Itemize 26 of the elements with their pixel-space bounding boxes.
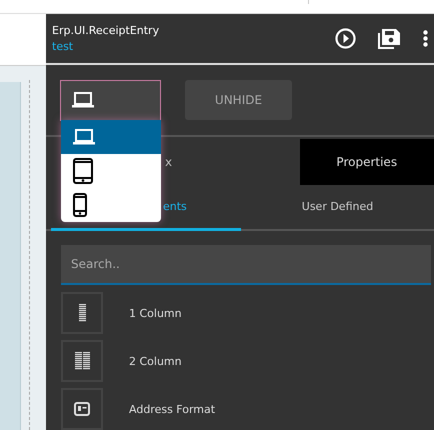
tablet-icon: [73, 158, 93, 184]
device-select[interactable]: [60, 80, 161, 120]
component-label: 1 Column: [129, 306, 182, 320]
component-label: Address Format: [129, 402, 216, 416]
phone-icon: [73, 193, 87, 217]
unhide-button[interactable]: UNHIDE: [185, 80, 292, 120]
play-icon[interactable]: [335, 28, 356, 49]
subtab[interactable]: User Defined: [241, 185, 434, 231]
component-label: 2 Column: [129, 354, 182, 368]
panel-subtitle: test: [52, 40, 74, 53]
tab[interactable]: Properties: [300, 139, 434, 185]
address-card-icon: [74, 402, 90, 416]
two-column-icon: [74, 352, 90, 370]
more-icon[interactable]: [423, 30, 428, 47]
one-column-icon: [78, 304, 86, 322]
search-field[interactable]: Search..: [61, 245, 431, 285]
panel-title: Erp.UI.ReceiptEntry: [52, 24, 160, 37]
tab[interactable]: x: [46, 139, 300, 185]
component-tile[interactable]: [61, 340, 103, 382]
component-tile[interactable]: [61, 388, 103, 430]
subtab[interactable]: ents: [51, 185, 241, 231]
laptop-icon: [72, 92, 94, 108]
laptop-icon: [73, 129, 95, 145]
device-option[interactable]: [61, 120, 161, 154]
save-icon[interactable]: [378, 28, 401, 50]
component-tile[interactable]: [61, 292, 103, 334]
